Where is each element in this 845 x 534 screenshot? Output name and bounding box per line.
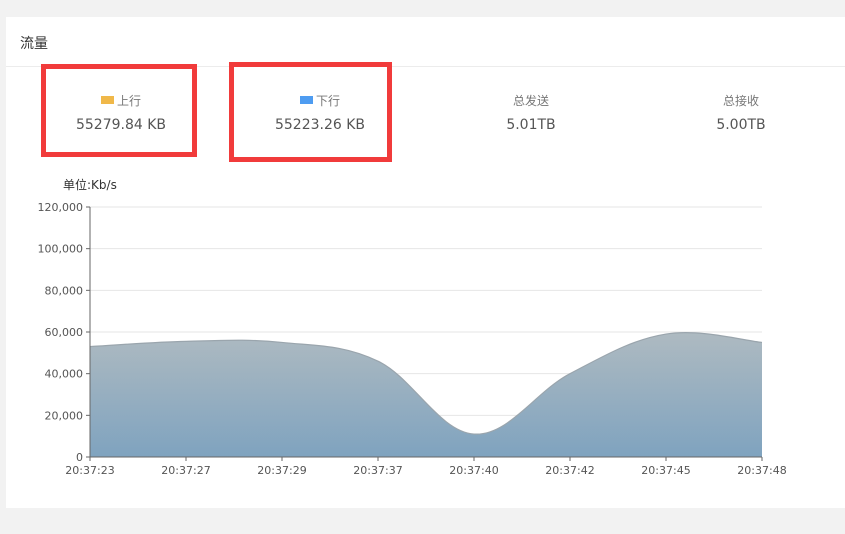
x-tick-label: 20:37:27	[161, 464, 210, 477]
x-tick-label: 20:37:45	[641, 464, 690, 477]
x-tick-label: 20:37:29	[257, 464, 306, 477]
traffic-chart: 0 20,000 40,000 60,000 80,000 100,000 120,000 2…	[38, 201, 787, 477]
x-tick-label: 20:37:23	[65, 464, 114, 477]
y-tick-label: 20,000	[45, 409, 84, 422]
x-tick-label: 20:37:42	[545, 464, 594, 477]
y-tick-label: 100,000	[38, 243, 84, 256]
y-tick-label: 60,000	[45, 326, 84, 339]
area-fill	[90, 332, 762, 457]
y-tick-label: 80,000	[45, 284, 84, 297]
x-tick-label: 20:37:40	[449, 464, 498, 477]
x-tick-label: 20:37:37	[353, 464, 402, 477]
y-tick-label: 0	[76, 451, 83, 464]
y-tick-label: 120,000	[38, 201, 84, 214]
y-tick-label: 40,000	[45, 368, 84, 381]
x-tick-label: 20:37:48	[737, 464, 786, 477]
